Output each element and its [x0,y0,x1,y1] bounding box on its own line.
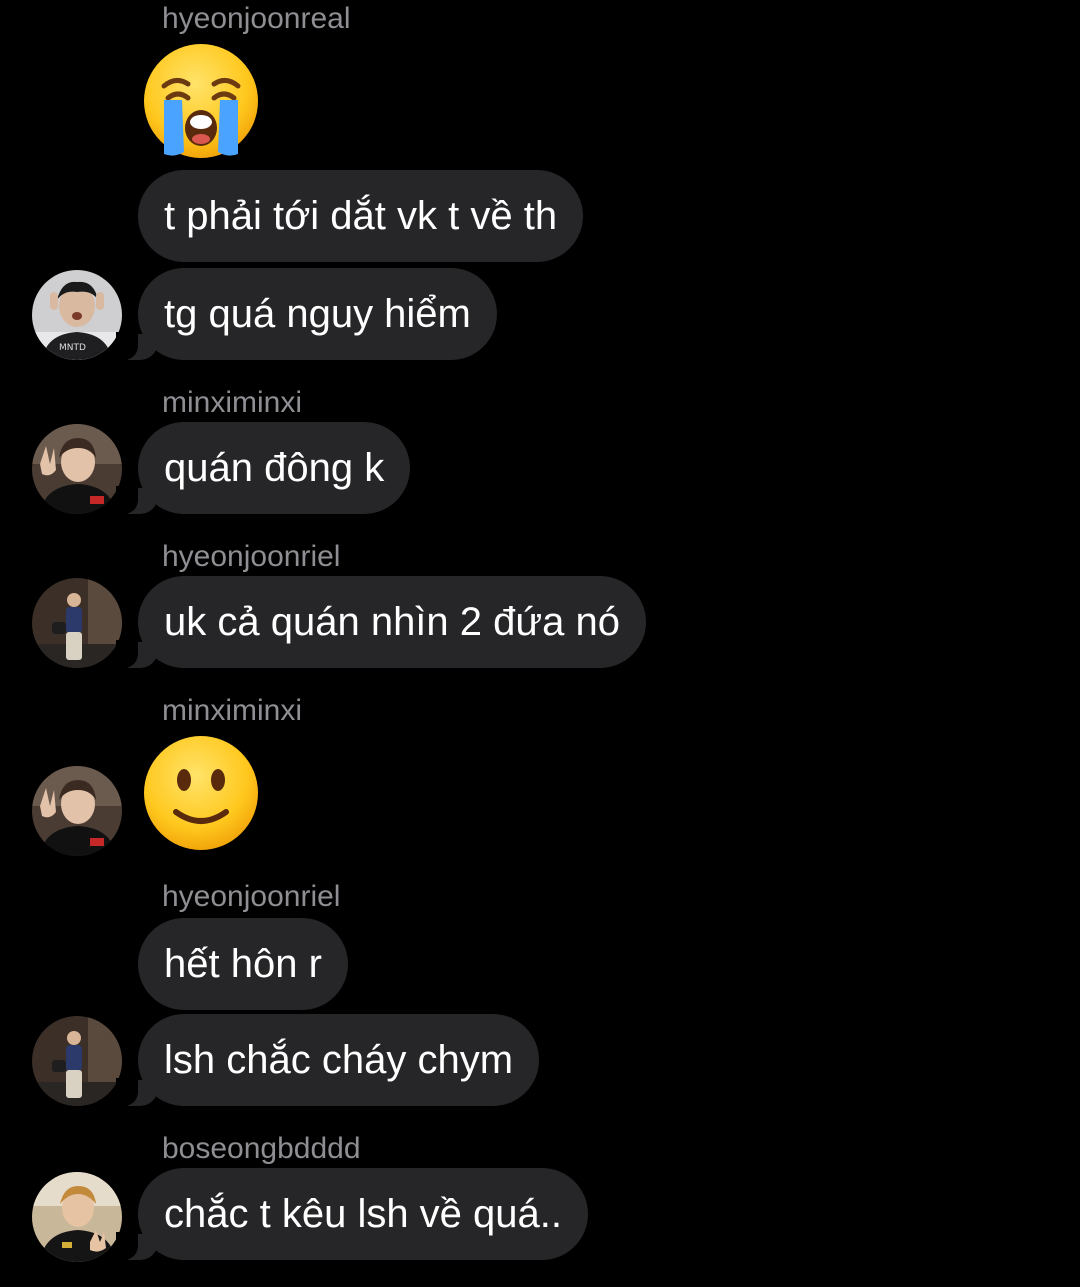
message-bubble[interactable]: uk cả quán nhìn 2 đứa nó [115,576,647,668]
message-text: hết hôn r [164,942,322,986]
sender-name: boseongbdddd [162,1132,361,1165]
sender-name: minximinxi [162,386,303,419]
avatar[interactable] [32,1172,122,1262]
sender-name: minximinxi [162,694,303,727]
sender-name: hyeonjoonriel [162,540,341,573]
message-bubble[interactable]: hết hôn r [138,918,348,1010]
svg-text:MNTD: MNTD [59,343,86,353]
avatar[interactable] [32,1016,122,1106]
slightly-smiling-face-icon[interactable] [142,734,260,852]
sender-name: hyeonjoonriel [162,880,341,913]
avatar[interactable] [32,766,122,856]
message-text: uk cả quán nhìn 2 đứa nó [164,600,621,644]
message-bubble[interactable]: lsh chắc cháy chym [115,1014,540,1106]
message-bubble[interactable]: t phải tới dắt vk t về th [138,170,584,262]
message-bubble[interactable]: chắc t kêu lsh về quá.. [115,1168,589,1260]
avatar[interactable]: MNTD [32,270,122,360]
message-bubble[interactable]: tg quá nguy hiểm [116,268,497,360]
message-text: quán đông k [164,446,385,490]
avatar[interactable] [32,424,122,514]
message-text: tg quá nguy hiểm [164,292,471,336]
avatar[interactable] [32,578,122,668]
message-bubble[interactable]: quán đông k [115,422,411,514]
message-text: chắc t kêu lsh về quá.. [164,1192,563,1236]
message-text: t phải tới dắt vk t về th [164,194,558,238]
loudly-crying-face-icon[interactable] [142,42,260,160]
sender-name: hyeonjoonreal [162,2,351,35]
message-text: lsh chắc cháy chym [164,1038,514,1082]
